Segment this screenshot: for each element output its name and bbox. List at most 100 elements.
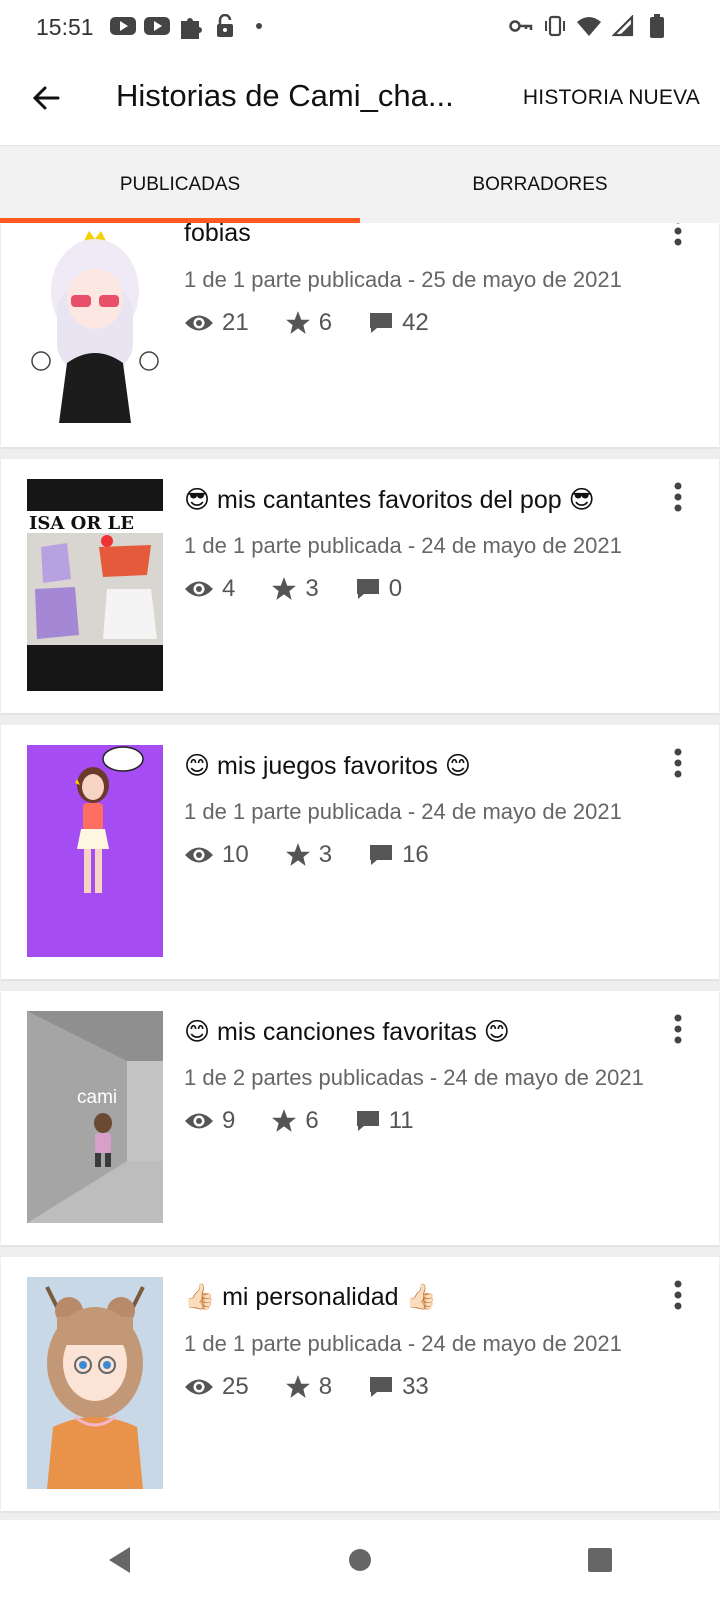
tab-drafts[interactable]: BORRADORES xyxy=(360,146,720,223)
story-menu-button[interactable] xyxy=(663,1273,693,1317)
votes-stat: 3 xyxy=(285,841,332,869)
story-item[interactable]: 😊 mis juegos favoritos 😊 1 de 1 parte pu… xyxy=(1,725,719,981)
votes-stat: 6 xyxy=(285,309,332,337)
cover-text: ISA OR LE xyxy=(29,513,134,534)
signal-icon xyxy=(610,14,636,38)
story-menu-button[interactable] xyxy=(663,1007,693,1051)
story-meta: 1 de 1 parte publicada - 24 de mayo de 2… xyxy=(184,533,622,558)
votes-count: 3 xyxy=(318,841,333,868)
more-vert-icon xyxy=(674,748,682,778)
notification-icons xyxy=(110,14,272,39)
story-title: 😊 mis canciones favoritas 😊 xyxy=(184,1018,510,1046)
story-stats: 4 3 0 xyxy=(184,575,438,603)
more-vert-icon xyxy=(674,223,682,246)
story-meta: 1 de 1 parte publicada - 25 de mayo de 2… xyxy=(184,267,622,292)
story-meta: 1 de 1 parte publicada - 24 de mayo de 2… xyxy=(184,799,622,824)
eye-icon xyxy=(185,847,213,863)
comments-count: 0 xyxy=(388,575,403,602)
comments-count: 33 xyxy=(402,1373,429,1400)
views-count: 21 xyxy=(222,309,249,336)
votes-count: 3 xyxy=(305,575,319,602)
eye-icon xyxy=(185,1379,213,1395)
views-stat: 25 xyxy=(184,1373,249,1401)
dot-icon xyxy=(246,14,272,38)
comments-stat: 11 xyxy=(355,1107,414,1135)
votes-count: 6 xyxy=(318,309,333,336)
story-stats: 10 3 16 xyxy=(184,841,465,869)
views-stat: 21 xyxy=(184,309,249,337)
story-stats: 21 6 42 xyxy=(184,309,465,337)
story-meta: 1 de 2 partes publicadas - 24 de mayo de… xyxy=(184,1065,644,1090)
story-stats: 25 8 33 xyxy=(184,1373,465,1401)
more-vert-icon xyxy=(674,1280,682,1310)
tab-bar: PUBLICADAS BORRADORES xyxy=(0,145,720,223)
app-bar: Historias de Cami_cha... HISTORIA NUEVA xyxy=(0,56,720,144)
comments-count: 16 xyxy=(402,841,429,868)
back-button[interactable] xyxy=(22,74,70,122)
story-list: fobias 1 de 1 parte publicada - 25 de ma… xyxy=(0,223,720,1520)
views-count: 4 xyxy=(222,575,236,602)
nav-recents-button[interactable] xyxy=(570,1530,630,1590)
views-stat: 4 xyxy=(184,575,235,603)
comments-stat: 0 xyxy=(355,575,402,603)
key-icon xyxy=(508,14,534,38)
more-vert-icon xyxy=(674,1014,682,1044)
story-item[interactable]: 👍🏻 mi personalidad 👍🏻 1 de 1 parte publi… xyxy=(1,1257,719,1513)
cover-text: cami xyxy=(77,1087,117,1108)
story-title: 😎 mis cantantes favoritos del pop 😎 xyxy=(184,486,595,514)
square-recents-icon xyxy=(588,1548,612,1572)
puzzle-icon xyxy=(178,14,204,39)
story-item[interactable]: fobias 1 de 1 parte publicada - 25 de ma… xyxy=(1,223,719,449)
nav-home-button[interactable] xyxy=(330,1530,390,1590)
system-nav-bar xyxy=(0,1520,720,1600)
youtube-icon xyxy=(144,14,170,38)
status-bar: 15:51 xyxy=(0,0,720,56)
circle-home-icon xyxy=(349,1549,371,1571)
nav-back-button[interactable] xyxy=(90,1530,150,1590)
wifi-icon xyxy=(576,14,602,38)
views-count: 25 xyxy=(222,1373,249,1400)
comments-stat: 33 xyxy=(368,1373,429,1401)
story-menu-button[interactable] xyxy=(663,223,693,253)
comments-count: 11 xyxy=(388,1107,414,1134)
star-icon xyxy=(272,1109,297,1132)
votes-count: 8 xyxy=(318,1373,333,1400)
eye-icon xyxy=(185,581,213,597)
story-title: fobias xyxy=(184,223,251,247)
star-icon xyxy=(285,311,310,334)
story-cover xyxy=(27,1277,163,1489)
comments-stat: 42 xyxy=(368,309,429,337)
comment-icon xyxy=(356,579,379,599)
system-icons xyxy=(508,14,670,38)
story-menu-button[interactable] xyxy=(663,475,693,519)
story-cover xyxy=(27,223,163,423)
views-count: 9 xyxy=(222,1107,236,1134)
star-icon xyxy=(285,843,310,866)
eye-icon xyxy=(185,315,213,331)
page-title: Historias de Cami_cha... xyxy=(116,78,454,113)
battery-icon xyxy=(644,14,670,38)
comments-stat: 16 xyxy=(368,841,429,869)
star-icon xyxy=(285,1375,310,1398)
votes-count: 6 xyxy=(305,1107,319,1134)
comment-icon xyxy=(370,313,393,333)
story-stats: 9 6 11 xyxy=(184,1107,450,1135)
votes-stat: 3 xyxy=(271,575,319,603)
new-story-button[interactable]: HISTORIA NUEVA xyxy=(523,86,700,110)
story-item[interactable]: cami 😊 mis canciones favoritas 😊 1 de 2 … xyxy=(1,991,719,1247)
tab-published[interactable]: PUBLICADAS xyxy=(0,146,360,223)
story-title: 😊 mis juegos favoritos 😊 xyxy=(184,752,471,780)
vibrate-icon xyxy=(542,14,568,38)
youtube-icon xyxy=(110,14,136,38)
story-item[interactable]: ISA OR LE 😎 mis cantantes favoritos del … xyxy=(1,459,719,715)
comment-icon xyxy=(356,1111,379,1131)
lock-open-icon xyxy=(212,14,238,38)
comment-icon xyxy=(370,1377,393,1397)
star-icon xyxy=(272,577,297,600)
comment-icon xyxy=(370,845,393,865)
views-stat: 9 xyxy=(184,1107,235,1135)
votes-stat: 8 xyxy=(285,1373,332,1401)
triangle-back-icon xyxy=(109,1547,130,1573)
views-stat: 10 xyxy=(184,841,249,869)
story-menu-button[interactable] xyxy=(663,741,693,785)
